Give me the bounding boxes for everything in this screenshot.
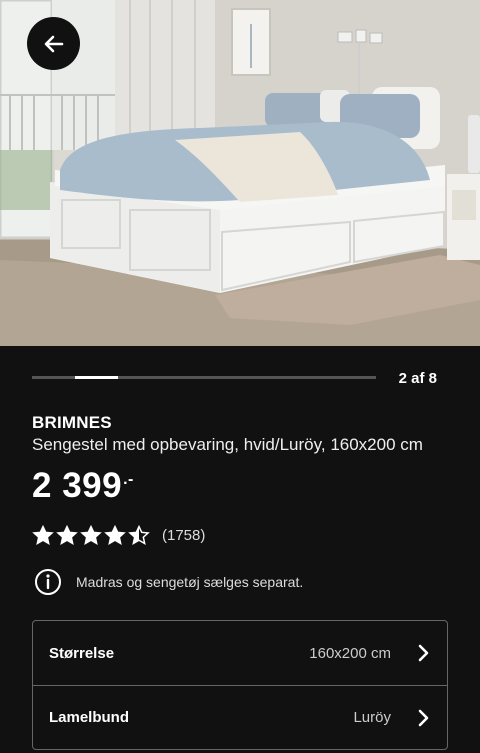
notice-text: Madras og sengetøj sælges separat.: [76, 574, 304, 590]
star-icon: [80, 525, 102, 545]
review-count: (1758): [162, 526, 206, 544]
size-option-value: 160x200 cm: [309, 644, 391, 662]
slatted-base-option[interactable]: Lamelbund Luröy: [33, 685, 447, 749]
star-icon: [32, 525, 54, 545]
arrow-left-icon: [44, 35, 63, 52]
info-notice: Madras og sengetøj sælges separat.: [34, 568, 303, 596]
product-price: 2 399.-: [32, 466, 134, 506]
price-suffix: .-: [123, 471, 134, 489]
chevron-right-icon: [418, 709, 429, 726]
star-icon: [104, 525, 126, 545]
star-icon: [128, 525, 150, 545]
slatted-base-option-value: Luröy: [353, 709, 391, 726]
star-icon: [56, 525, 78, 545]
chevron-right-icon: [418, 644, 429, 662]
rating-stars: [32, 525, 150, 545]
product-name: BRIMNES: [32, 413, 112, 432]
info-icon: [35, 569, 61, 595]
product-description: Sengestel med opbevaring, hvid/Luröy, 16…: [32, 435, 423, 454]
price-amount: 2 399: [32, 466, 123, 505]
back-button[interactable]: [27, 17, 80, 70]
slatted-base-option-label: Lamelbund: [49, 709, 130, 726]
gallery-progress-bar: [32, 376, 376, 379]
size-option-label: Størrelse: [49, 644, 115, 662]
product-rating[interactable]: (1758): [32, 525, 205, 545]
product-options: Størrelse 160x200 cm Lamelbund Luröy: [32, 620, 448, 750]
gallery-counter: 2 af 8: [398, 370, 437, 387]
size-option[interactable]: Størrelse 160x200 cm: [33, 621, 447, 685]
gallery-progress-indicator: [75, 376, 118, 379]
